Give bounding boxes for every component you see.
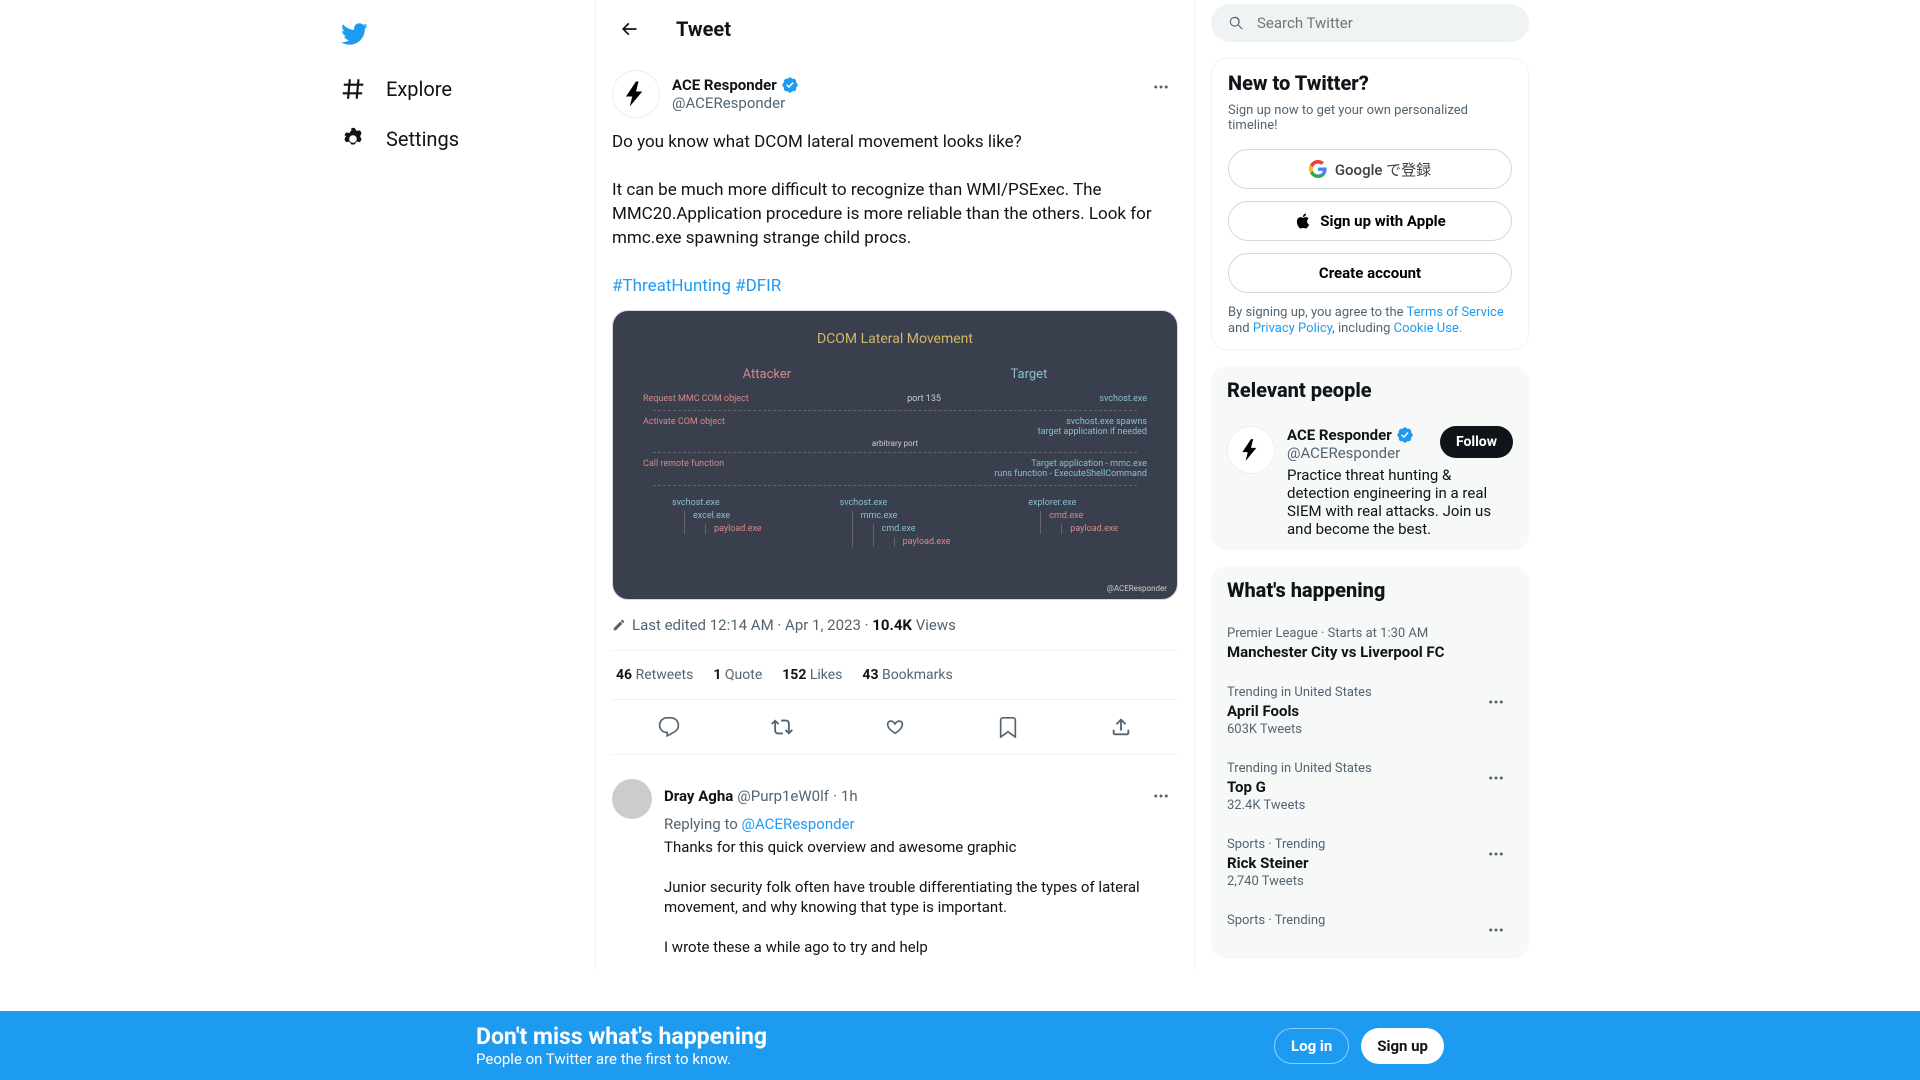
signup-card: New to Twitter? Sign up now to get your … [1211, 58, 1529, 350]
tweet-metadata: Last edited 12:14 AM · Apr 1, 2023 · 10.… [612, 616, 1178, 634]
more-icon [1152, 78, 1170, 96]
trend-more-button[interactable] [1479, 685, 1513, 719]
nav-explore-label: Explore [386, 77, 452, 101]
trend-item[interactable]: Sports · Trending [1211, 901, 1529, 959]
nav-explore[interactable]: Explore [328, 64, 587, 114]
sidebar-right: New to Twitter? Sign up now to get your … [1195, 0, 1545, 969]
back-button[interactable] [612, 12, 646, 46]
reply-author-handle: @Purp1eW0lf [737, 787, 829, 805]
verified-icon [1396, 426, 1414, 444]
like-button[interactable] [876, 708, 914, 746]
nav-settings[interactable]: Settings [328, 114, 587, 164]
retweet-button[interactable] [763, 708, 801, 746]
likes-stat[interactable]: 152 Likes [782, 667, 842, 683]
privacy-link[interactable]: Privacy Policy [1253, 321, 1332, 336]
main-tweet: ACE Responder @ACEResponder Do you know … [596, 58, 1194, 767]
more-icon [1487, 845, 1505, 863]
replying-to: Replying to @ACEResponder [664, 815, 1178, 833]
banner-title: Don't miss what's happening [476, 1023, 767, 1050]
trend-item[interactable]: Trending in United States April Fools 60… [1211, 673, 1529, 749]
bookmarks-stat[interactable]: 43 Bookmarks [862, 667, 952, 683]
trend-item[interactable]: Premier League · Starts at 1:30 AM Manch… [1211, 614, 1529, 673]
quotes-stat[interactable]: 1 Quote [713, 667, 762, 683]
author-handle: @ACEResponder [672, 94, 799, 112]
whats-happening-card: What's happening Premier League · Starts… [1211, 566, 1529, 959]
terms-link[interactable]: Terms of Service [1407, 305, 1504, 320]
search-box[interactable] [1211, 4, 1529, 42]
more-icon [1152, 787, 1170, 805]
main-column: Tweet ACE Responder @ACEResponder [595, 0, 1195, 969]
relevant-avatar [1227, 426, 1275, 474]
apple-icon [1294, 212, 1312, 230]
trend-item[interactable]: Sports · Trending Rick Steiner 2,740 Twe… [1211, 825, 1529, 901]
banner-sub: People on Twitter are the first to know. [476, 1050, 767, 1068]
search-icon [1227, 14, 1245, 32]
tweet-image[interactable]: DCOM Lateral Movement Attacker Target Re… [612, 310, 1178, 600]
create-account-button[interactable]: Create account [1228, 253, 1512, 293]
arrow-left-icon [619, 19, 639, 39]
relevant-person[interactable]: ACE Responder @ACEResponder Follow Pract… [1211, 414, 1529, 550]
tweet-more-button[interactable] [1144, 70, 1178, 104]
tweet-text: Do you know what DCOM lateral movement l… [612, 130, 1178, 298]
retweets-stat[interactable]: 46 Retweets [616, 667, 693, 683]
google-icon [1309, 160, 1327, 178]
signup-button[interactable]: Sign up [1361, 1028, 1444, 1064]
page-header: Tweet [596, 0, 1194, 58]
legal-text: By signing up, you agree to the Terms of… [1228, 305, 1512, 337]
sidebar-left: Explore Settings [320, 0, 595, 969]
page-title: Tweet [676, 17, 731, 41]
more-icon [1487, 693, 1505, 711]
image-title: DCOM Lateral Movement [633, 331, 1157, 347]
more-icon [1487, 921, 1505, 939]
happening-title: What's happening [1211, 566, 1529, 606]
retweet-icon [771, 716, 793, 738]
reply-avatar [612, 779, 652, 819]
author-name: ACE Responder [672, 76, 777, 94]
gear-icon [340, 126, 366, 152]
reply-more-button[interactable] [1144, 779, 1178, 813]
relevant-desc: Practice threat hunting & detection engi… [1287, 466, 1513, 538]
trend-more-button[interactable] [1479, 913, 1513, 947]
share-icon [1110, 716, 1132, 738]
nav-settings-label: Settings [386, 127, 459, 151]
trend-more-button[interactable] [1479, 761, 1513, 795]
trend-more-button[interactable] [1479, 837, 1513, 871]
apple-signup-button[interactable]: Sign up with Apple [1228, 201, 1512, 241]
heart-icon [884, 716, 906, 738]
relevant-title: Relevant people [1211, 366, 1529, 406]
more-icon [1487, 769, 1505, 787]
hashtag-icon [340, 76, 366, 102]
search-input[interactable] [1257, 14, 1513, 32]
login-button[interactable]: Log in [1274, 1028, 1349, 1064]
share-button[interactable] [1102, 708, 1140, 746]
google-signup-button[interactable]: Google で登録 [1228, 149, 1512, 189]
bookmark-button[interactable] [989, 708, 1027, 746]
hashtag-link[interactable]: #DFIR [735, 276, 781, 296]
pencil-icon [612, 618, 626, 632]
verified-icon [781, 76, 799, 94]
reply-text: Thanks for this quick overview and aweso… [664, 837, 1178, 957]
cookie-link[interactable]: Cookie Use. [1394, 321, 1463, 336]
reply-tweet[interactable]: Dray Agha @Purp1eW0lf · 1h Replying to @… [596, 767, 1194, 969]
author-avatar [612, 70, 660, 118]
signup-banner: Don't miss what's happening People on Tw… [0, 1011, 1920, 1080]
signup-title: New to Twitter? [1228, 71, 1512, 95]
reply-time: 1h [841, 787, 858, 805]
signup-sub: Sign up now to get your own personalized… [1228, 103, 1512, 133]
relevant-people-card: Relevant people ACE Responder @ACERespon… [1211, 366, 1529, 550]
reply-icon [658, 716, 680, 738]
trend-item[interactable]: Trending in United States Top G 32.4K Tw… [1211, 749, 1529, 825]
hashtag-link[interactable]: #ThreatHunting [612, 276, 731, 296]
tweet-author[interactable]: ACE Responder @ACEResponder [612, 70, 799, 118]
tweet-actions [612, 700, 1178, 755]
twitter-logo[interactable] [328, 8, 380, 64]
replying-to-link[interactable]: @ACEResponder [741, 815, 854, 833]
tweet-stats: 46 Retweets 1 Quote 152 Likes 43 Bookmar… [612, 650, 1178, 700]
reply-button[interactable] [650, 708, 688, 746]
reply-author-name: Dray Agha [664, 787, 733, 805]
follow-button[interactable]: Follow [1440, 426, 1513, 458]
bookmark-icon [997, 716, 1019, 738]
